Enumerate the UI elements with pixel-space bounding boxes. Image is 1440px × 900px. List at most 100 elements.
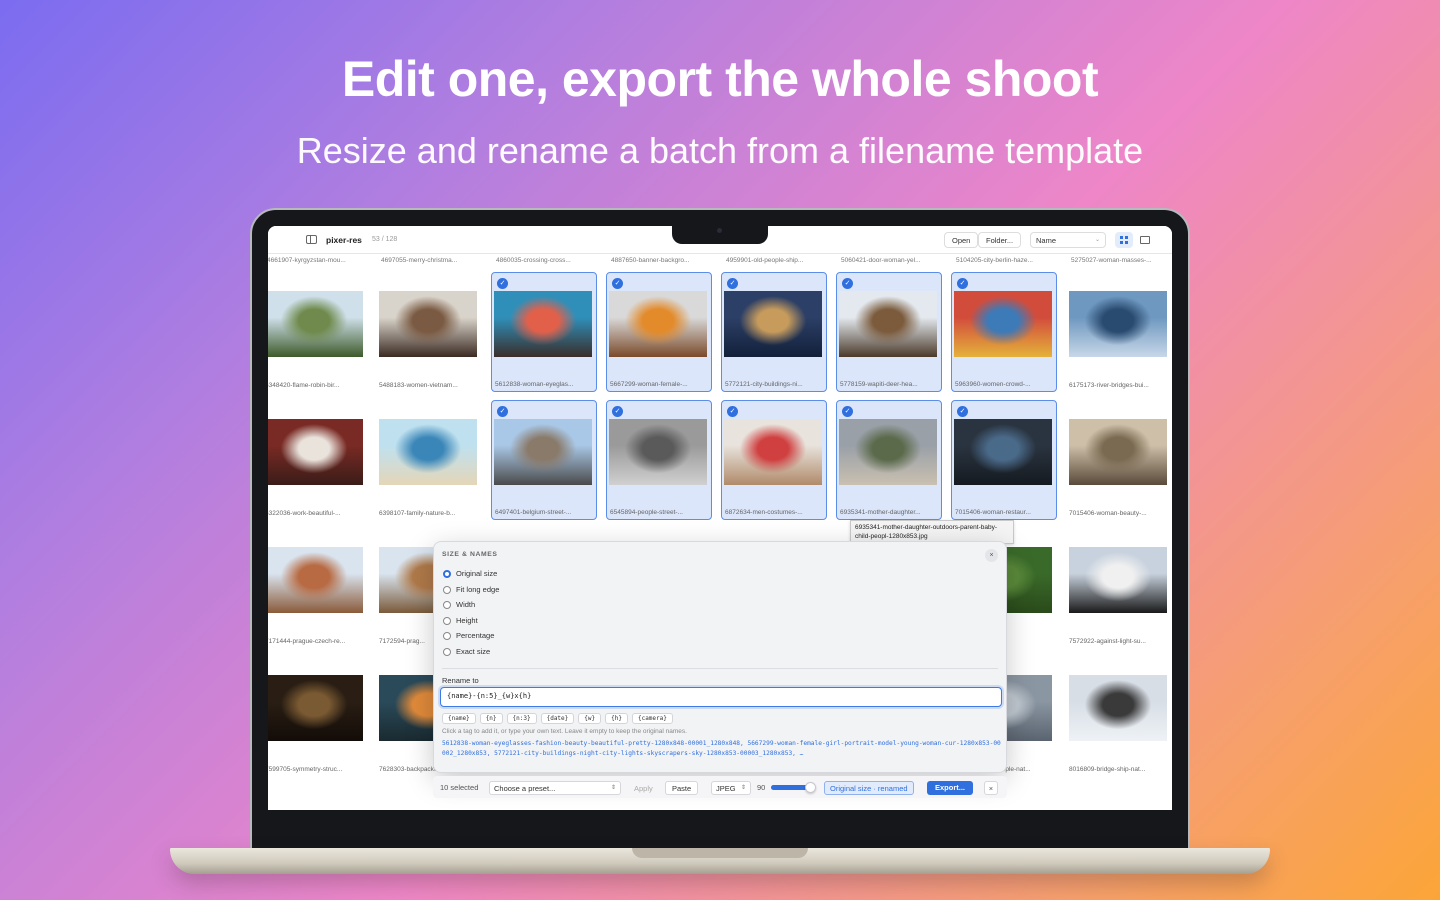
template-tag[interactable]: {camera} xyxy=(631,713,673,724)
format-select-value: JPEG xyxy=(716,784,736,793)
bar-close-button[interactable]: × xyxy=(984,781,998,795)
chevron-updown-icon: ⇕ xyxy=(610,785,616,791)
image-tile[interactable]: 8016809-bridge-ship-nat... xyxy=(1066,656,1172,776)
tile-label: 5778159-wapiti-deer-hea... xyxy=(840,381,918,388)
image-tile[interactable]: ✓ 6545894-people-street-... xyxy=(606,400,712,520)
image-tile[interactable]: 5488183-women-vietnam... xyxy=(376,272,482,392)
preset-select[interactable]: Choose a preset... ⇕ xyxy=(489,781,621,795)
tile-label: 8016809-bridge-ship-nat... xyxy=(1069,766,1146,773)
quality-slider[interactable] xyxy=(771,782,816,793)
laptop-groove xyxy=(632,848,808,858)
image-tile[interactable]: 6322036-work-beautiful-... xyxy=(268,400,368,520)
image-tile[interactable]: 7171444-prague-czech-re... xyxy=(268,528,368,648)
image-tile[interactable]: ✓ 7015406-woman-restaur... xyxy=(951,400,1057,520)
thumbnail-image xyxy=(1069,291,1167,357)
paste-button[interactable]: Paste xyxy=(665,781,699,795)
grid-view-button[interactable] xyxy=(1115,232,1133,248)
template-tag[interactable]: {n:3} xyxy=(506,713,537,724)
checkmark-icon[interactable]: ✓ xyxy=(957,406,968,417)
tile-label: 5488183-women-vietnam... xyxy=(379,382,458,389)
checkmark-icon[interactable]: ✓ xyxy=(612,278,623,289)
tile-label: 5104205-city-berlin-haze... xyxy=(956,257,1033,264)
thumbnail-image xyxy=(494,419,592,485)
radio-button[interactable] xyxy=(443,616,451,625)
checkmark-icon[interactable]: ✓ xyxy=(497,406,508,417)
template-tags: {name} {n} {n:3} {date} {w} {h} {camera} xyxy=(442,713,677,724)
thumbnail-image xyxy=(609,291,707,357)
quality-value: 90 xyxy=(757,783,766,792)
template-tag[interactable]: {date} xyxy=(540,713,575,724)
template-tag[interactable]: {w} xyxy=(578,713,602,724)
size-option-label: Exact size xyxy=(456,647,491,656)
image-tile[interactable]: 6348420-flame-robin-bir... xyxy=(268,272,368,392)
tile-label: 6872634-men-costumes-... xyxy=(725,509,803,516)
image-tile[interactable]: ✓ 6935341-mother-daughter... xyxy=(836,400,942,520)
sidebar-toggle-icon[interactable] xyxy=(306,235,317,244)
thumbnail-image xyxy=(268,547,363,613)
checkmark-icon[interactable]: ✓ xyxy=(727,278,738,289)
image-tile[interactable]: ✓ 5612838-woman-eyeglas... xyxy=(491,272,597,392)
image-tile[interactable]: ✓ 6872634-men-costumes-... xyxy=(721,400,827,520)
preset-select-value: Choose a preset... xyxy=(494,784,556,793)
template-tag[interactable]: {n} xyxy=(479,713,503,724)
checkmark-icon[interactable]: ✓ xyxy=(727,406,738,417)
template-tag[interactable]: {name} xyxy=(442,713,476,724)
single-view-button[interactable] xyxy=(1136,232,1154,248)
rename-label: Rename to xyxy=(442,676,479,685)
thumbnail-image xyxy=(724,419,822,485)
template-tag[interactable]: {h} xyxy=(605,713,628,724)
export-button[interactable]: Export... xyxy=(927,781,974,795)
radio-button[interactable] xyxy=(443,585,451,594)
status-pill: Original size · renamed xyxy=(824,781,914,795)
checkmark-icon[interactable]: ✓ xyxy=(497,278,508,289)
tile-label: 6935341-mother-daughter... xyxy=(840,509,921,516)
tile-label: 4661907-kyrgyzstan-mou... xyxy=(268,257,346,264)
folder-button[interactable]: Folder... xyxy=(978,232,1022,248)
checkmark-icon[interactable]: ✓ xyxy=(957,278,968,289)
radio-button[interactable] xyxy=(443,648,451,656)
image-tile[interactable]: ✓ 5963960-women-crowd-... xyxy=(951,272,1057,392)
checkmark-icon[interactable]: ✓ xyxy=(842,406,853,417)
image-tile[interactable]: 7599705-symmetry-struc... xyxy=(268,656,368,776)
thumbnail-image xyxy=(1069,419,1167,485)
image-tile[interactable]: ✓ 5772121-city-buildings-ni... xyxy=(721,272,827,392)
image-tile[interactable]: ✓ 5667299-woman-female-... xyxy=(606,272,712,392)
dialog-close-button[interactable]: × xyxy=(985,549,998,562)
tile-label: 7599705-symmetry-struc... xyxy=(268,766,343,773)
tile-label: 7572922-against-light-su... xyxy=(1069,638,1146,645)
tile-label: 7015406-woman-restaur... xyxy=(955,509,1031,516)
thumbnail-image xyxy=(839,419,937,485)
image-tile[interactable]: ✓ 6497401-belgium-street-... xyxy=(491,400,597,520)
thumbnail-image xyxy=(954,419,1052,485)
camera-notch xyxy=(672,226,768,244)
tile-label: 6175173-river-bridges-bui... xyxy=(1069,382,1149,389)
checkmark-icon[interactable]: ✓ xyxy=(612,406,623,417)
radio-button[interactable] xyxy=(443,570,451,578)
size-option-label: Percentage xyxy=(456,631,495,641)
quality-slider-knob[interactable] xyxy=(804,782,816,793)
dialog-title: SIZE & NAMES xyxy=(442,551,498,558)
rename-template-input[interactable]: {name}-{n:5}_{w}x{h} xyxy=(440,687,1002,707)
image-tile[interactable]: 6175173-river-bridges-bui... xyxy=(1066,272,1172,392)
image-tile[interactable]: ✓ 5778159-wapiti-deer-hea... xyxy=(836,272,942,392)
hero-headline: Edit one, export the whole shoot xyxy=(341,51,1099,107)
format-select[interactable]: JPEG ⇕ xyxy=(711,781,751,795)
sort-select[interactable]: Name ⌄ xyxy=(1030,232,1106,248)
sort-select-value: Name xyxy=(1036,236,1057,245)
image-tile[interactable]: 6398107-family-nature-b... xyxy=(376,400,482,520)
radio-button[interactable] xyxy=(443,601,451,610)
size-option-label: Original size xyxy=(456,569,498,578)
open-button[interactable]: Open xyxy=(944,232,979,248)
tile-label: 5667299-woman-female-... xyxy=(610,381,688,388)
chevron-down-icon: ⌄ xyxy=(1094,237,1100,243)
image-tile[interactable]: 7572922-against-light-su... xyxy=(1066,528,1172,648)
radio-button[interactable] xyxy=(443,632,451,641)
app-window: pixer-res 53 / 128 Open Folder... Name ⌄… xyxy=(268,226,1172,810)
thumbnail-image xyxy=(839,291,937,357)
rename-preview: 5612838-woman-eyeglasses-fashion-beauty-… xyxy=(442,740,1001,757)
tile-label: 7171444-prague-czech-re... xyxy=(268,638,346,645)
grid-icon xyxy=(1120,236,1128,244)
image-tile[interactable]: 7015406-woman-beauty-... xyxy=(1066,400,1172,520)
checkmark-icon[interactable]: ✓ xyxy=(842,278,853,289)
apply-button[interactable]: Apply xyxy=(627,781,660,795)
